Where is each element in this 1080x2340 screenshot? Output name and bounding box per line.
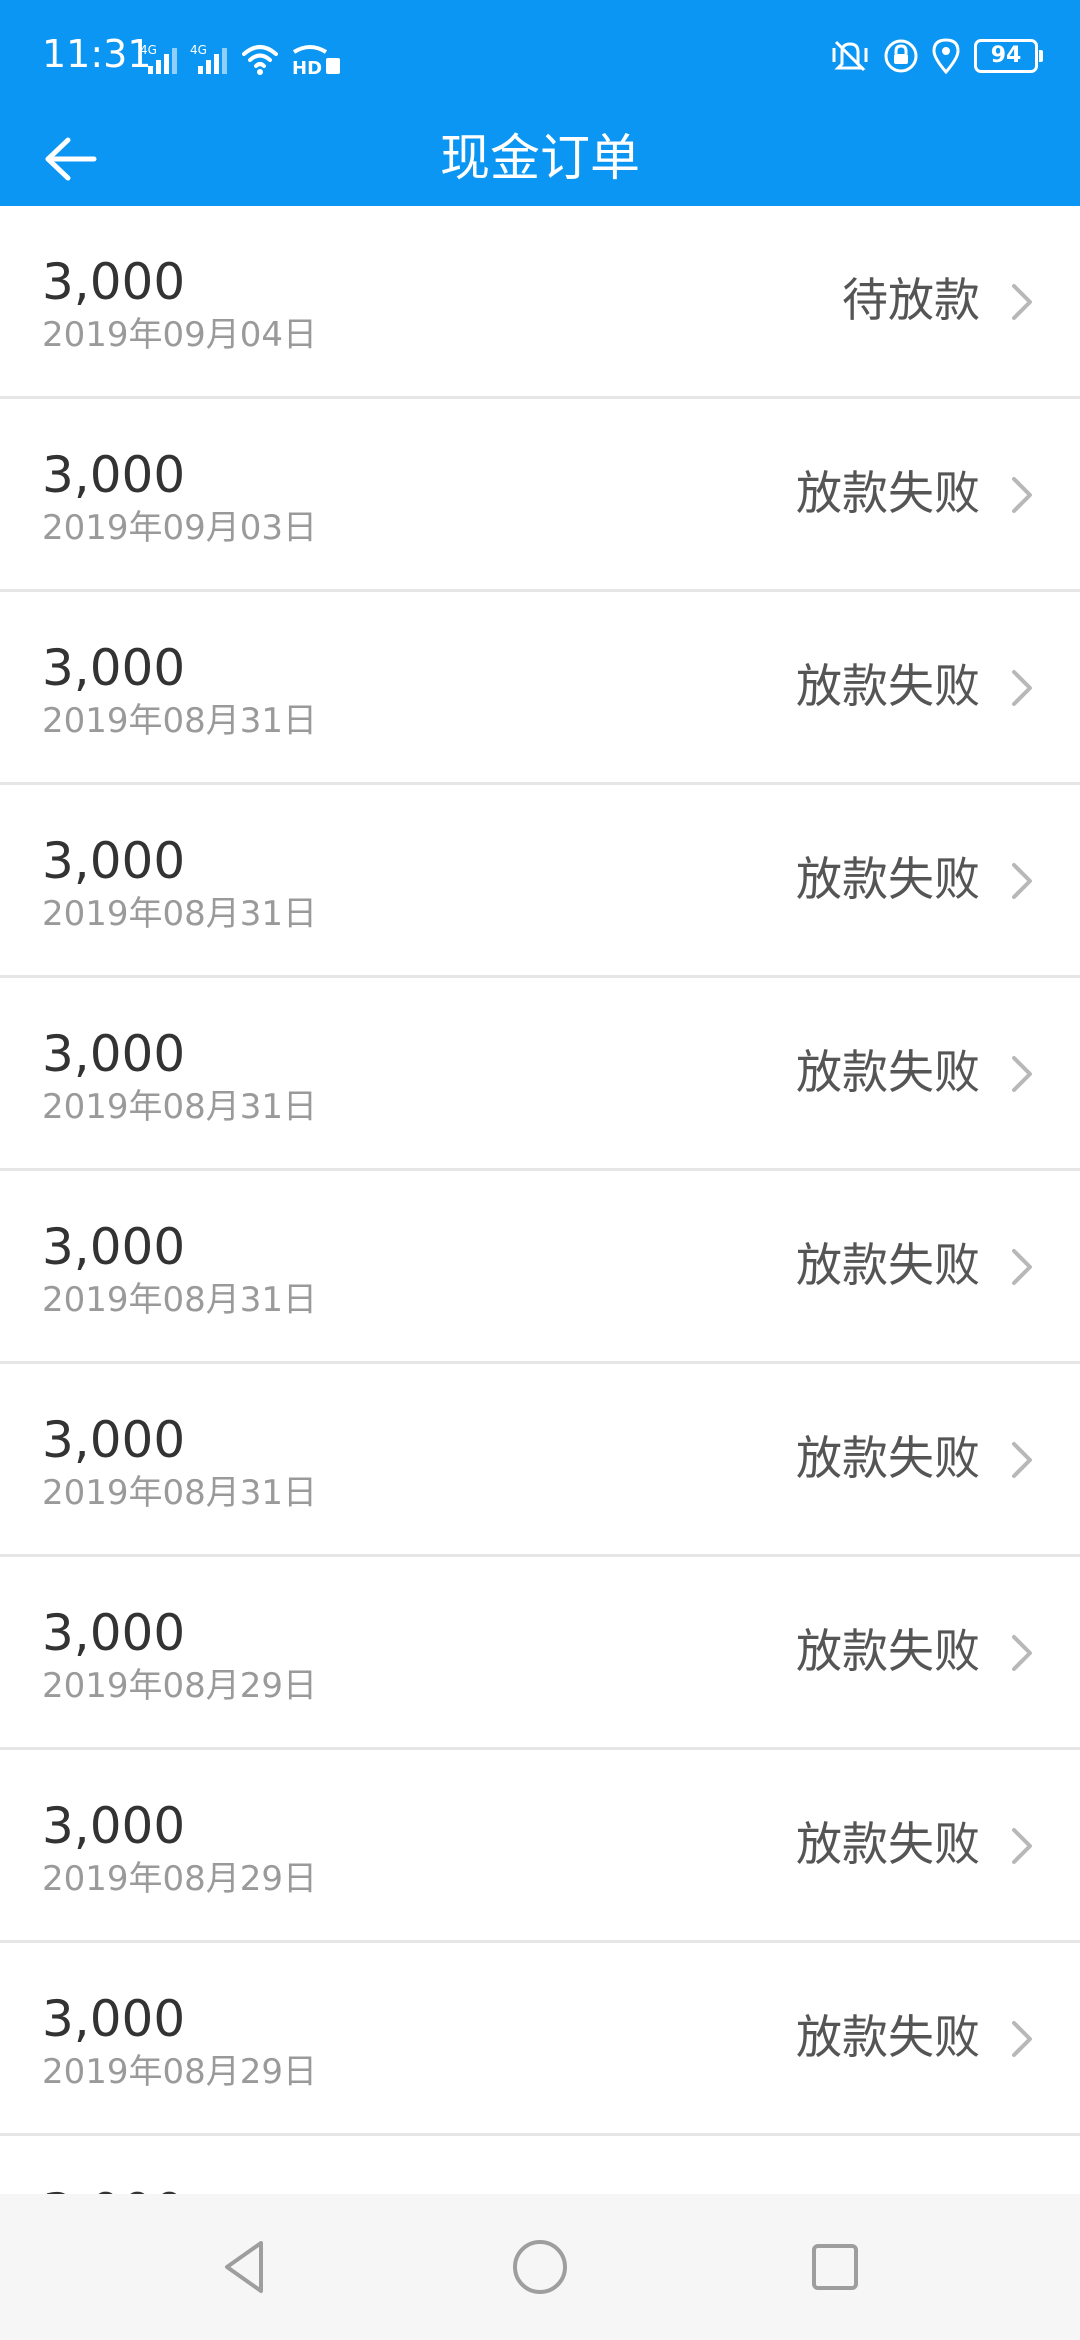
chevron-right-icon [1012,1635,1032,1671]
system-nav-bar [0,2194,1080,2340]
order-amount: 3,000 [42,446,186,504]
order-amount: 3,000 [42,1604,186,1662]
order-status: 放款失败 [796,659,980,713]
chevron-right-icon [1012,284,1032,320]
battery-icon: 94 [974,39,1043,73]
order-status: 放款失败 [796,1045,980,1099]
nav-recents-button[interactable] [800,2232,870,2302]
order-date: 2019年08月31日 [42,894,318,934]
status-bar: 11:31 4G 4G HD 94 [0,0,1080,110]
order-row[interactable]: 3,000 2019年08月31日 放款失败 [0,1171,1080,1364]
order-row[interactable]: 3,000 2019年08月31日 放款失败 [0,1364,1080,1557]
order-status: 放款失败 [796,2010,980,2064]
page-title: 现金订单 [440,129,640,187]
circle-home-icon [513,2240,567,2294]
order-amount: 3,000 [42,1411,186,1469]
order-status: 放款失败 [796,852,980,906]
order-date: 2019年08月29日 [42,1859,318,1899]
order-amount: 3,000 [42,2182,185,2194]
chevron-right-icon [1012,2021,1032,2057]
vibrate-icon [832,40,868,72]
order-date: 2019年08月31日 [42,701,318,741]
status-right-icons: 94 [830,34,1043,78]
order-row[interactable]: 3,000 [0,2136,1080,2194]
chevron-right-icon [1012,670,1032,706]
order-status: 放款失败 [796,466,980,520]
wifi-icon [242,45,278,75]
nav-home-button[interactable] [505,2232,575,2302]
order-amount: 3,000 [42,1990,186,2048]
order-amount: 3,000 [42,253,186,311]
triangle-back-icon [225,2241,263,2293]
chevron-right-icon [1012,1828,1032,1864]
chevron-right-icon [1012,863,1032,899]
order-row[interactable]: 3,000 2019年08月29日 放款失败 [0,1557,1080,1750]
status-left-icons: 4G 4G HD [140,36,342,76]
order-date: 2019年08月31日 [42,1473,318,1513]
hd-call-icon: HD [292,45,340,76]
order-status: 放款失败 [796,1238,980,1292]
order-amount: 3,000 [42,1025,186,1083]
order-date: 2019年09月04日 [42,315,318,355]
lock-icon [884,39,918,73]
battery-level: 94 [990,43,1022,68]
order-row[interactable]: 3,000 2019年08月31日 放款失败 [0,592,1080,785]
order-amount: 3,000 [42,639,186,697]
header: 11:31 4G 4G HD 94 现金订单 [0,0,1080,206]
chevron-right-icon [1012,1056,1032,1092]
order-status: 放款失败 [796,1431,980,1485]
svg-text:4G: 4G [140,43,157,57]
app-bar: 现金订单 [0,110,1080,206]
order-status: 待放款 [842,273,980,327]
chevron-right-icon [1012,477,1032,513]
status-time: 11:31 [42,32,152,76]
order-row[interactable]: 3,000 2019年08月29日 放款失败 [0,1943,1080,2136]
order-list: 3,000 2019年09月04日 待放款 3,000 2019年09月03日 … [0,206,1080,2194]
order-amount: 3,000 [42,1218,186,1276]
order-row[interactable]: 3,000 2019年08月29日 放款失败 [0,1750,1080,1943]
order-amount: 3,000 [42,1797,186,1855]
order-row[interactable]: 3,000 2019年08月31日 放款失败 [0,785,1080,978]
screen: 11:31 4G 4G HD 94 现金订单 3,000 2019年09月04日… [0,0,1080,2340]
order-date: 2019年09月03日 [42,508,318,548]
square-recents-icon [812,2244,858,2290]
order-date: 2019年08月29日 [42,1666,318,1706]
location-icon [932,38,960,74]
nav-back-button[interactable] [210,2232,280,2302]
chevron-right-icon [1012,1442,1032,1478]
signal-4g-icon: 4G [140,43,177,74]
svg-text:4G: 4G [190,43,207,57]
order-row[interactable]: 3,000 2019年09月04日 待放款 [0,206,1080,399]
order-date: 2019年08月29日 [42,2052,318,2092]
order-status: 放款失败 [796,1624,980,1678]
signal-4g-icon: 4G [190,43,227,74]
chevron-right-icon [1012,1249,1032,1285]
order-date: 2019年08月31日 [42,1280,318,1320]
svg-text:HD: HD [292,58,322,76]
order-row[interactable]: 3,000 2019年09月03日 放款失败 [0,399,1080,592]
order-amount: 3,000 [42,832,186,890]
order-status: 放款失败 [796,1817,980,1871]
order-row[interactable]: 3,000 2019年08月31日 放款失败 [0,978,1080,1171]
order-date: 2019年08月31日 [42,1087,318,1127]
